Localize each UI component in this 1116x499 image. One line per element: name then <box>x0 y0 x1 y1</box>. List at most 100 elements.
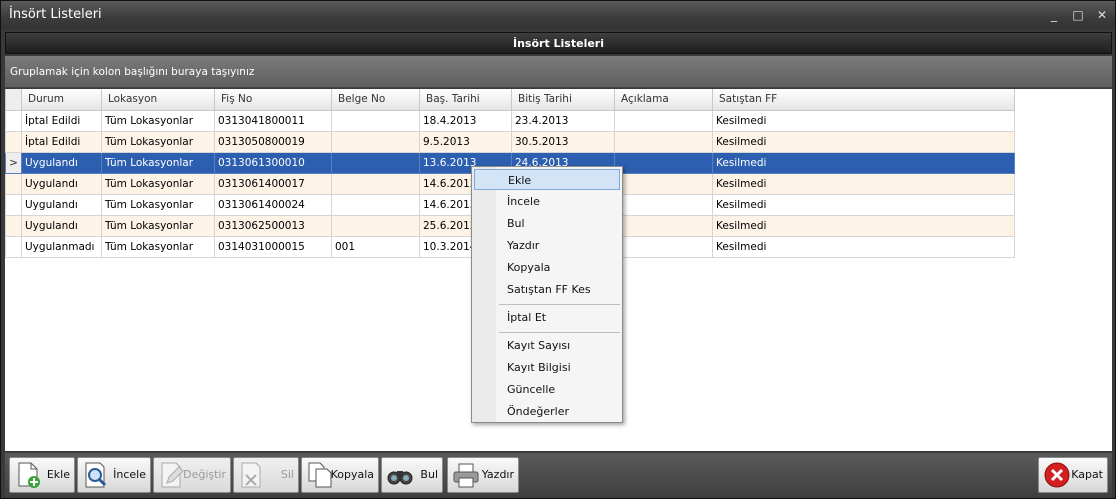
cell-durum[interactable]: Uygulandı <box>21 193 102 216</box>
cell-durum[interactable]: Uygulanmadı <box>21 235 102 258</box>
cell-bitis-tarihi[interactable]: 30.5.2013 <box>511 130 615 153</box>
menu-item-kayit-bilgisi[interactable]: Kayıt Bilgisi <box>474 357 620 378</box>
cell-satistan-ff[interactable]: Kesilmedi <box>712 193 1015 216</box>
cell-durum[interactable]: Uygulandı <box>21 151 102 174</box>
row-indicator[interactable] <box>5 130 22 153</box>
group-by-panel[interactable]: Gruplamak için kolon başlığını buraya ta… <box>5 56 1112 88</box>
cell-satistan-ff[interactable]: Kesilmedi <box>712 151 1015 174</box>
cell-bas-tarihi[interactable]: 18.4.2013 <box>419 109 512 132</box>
cell-lokasyon[interactable]: Tüm Lokasyonlar <box>101 235 215 258</box>
column-header-durum[interactable]: Durum <box>21 89 102 111</box>
bul-label: Bul <box>420 468 438 481</box>
yazdir-button[interactable]: Yazdır <box>447 457 519 493</box>
cell-aciklama[interactable] <box>614 193 713 216</box>
column-header-fis-no[interactable]: Fiş No <box>214 89 332 111</box>
cell-belge-no[interactable] <box>331 151 420 174</box>
column-header-satistan-ff[interactable]: Satıştan FF <box>712 89 1015 111</box>
cell-durum[interactable]: Uygulandı <box>21 214 102 237</box>
cell-lokasyon[interactable]: Tüm Lokasyonlar <box>101 130 215 153</box>
cell-belge-no[interactable]: 001 <box>331 235 420 258</box>
row-indicator[interactable] <box>5 193 22 216</box>
cell-bitis-tarihi[interactable]: 23.4.2013 <box>511 109 615 132</box>
kapat-button[interactable]: Kapat <box>1038 457 1108 493</box>
menu-item-yazdir[interactable]: Yazdır <box>474 235 620 256</box>
cell-belge-no[interactable] <box>331 109 420 132</box>
degistir-button[interactable]: Değiştir <box>153 457 231 493</box>
cell-fis-no[interactable]: 0313062500013 <box>214 214 332 237</box>
close-icon[interactable]: ✕ <box>1091 1 1113 29</box>
cell-satistan-ff[interactable]: Kesilmedi <box>712 130 1015 153</box>
bul-button[interactable]: Bul <box>381 457 443 493</box>
cell-lokasyon[interactable]: Tüm Lokasyonlar <box>101 151 215 174</box>
menu-item-bul[interactable]: Bul <box>474 213 620 234</box>
row-indicator[interactable]: > <box>5 151 22 174</box>
column-header-lokasyon[interactable]: Lokasyon <box>101 89 215 111</box>
menu-item-incele[interactable]: İncele <box>474 191 620 212</box>
table-row[interactable]: İptal Edildi Tüm Lokasyonlar 03130508000… <box>5 130 1015 153</box>
cell-belge-no[interactable] <box>331 214 420 237</box>
cell-satistan-ff[interactable]: Kesilmedi <box>712 109 1015 132</box>
cell-aciklama[interactable] <box>614 172 713 195</box>
cell-fis-no[interactable]: 0314031000015 <box>214 235 332 258</box>
cell-fis-no[interactable]: 0313061400024 <box>214 193 332 216</box>
kopyala-button[interactable]: Kopyala <box>301 457 379 493</box>
cell-fis-no[interactable]: 0313050800019 <box>214 130 332 153</box>
cell-fis-no[interactable]: 0313061400017 <box>214 172 332 195</box>
cell-aciklama[interactable] <box>614 214 713 237</box>
column-header-bitis-tarihi[interactable]: Bitiş Tarihi <box>511 89 615 111</box>
add-document-icon <box>18 462 40 488</box>
window-title: İnsört Listeleri <box>9 7 102 22</box>
row-indicator[interactable] <box>5 214 22 237</box>
maximize-icon[interactable]: □ <box>1067 1 1089 29</box>
cell-bas-tarihi[interactable]: 9.5.2013 <box>419 130 512 153</box>
cell-durum[interactable]: İptal Edildi <box>21 130 102 153</box>
panel-header: İnsört Listeleri <box>5 32 1112 54</box>
delete-icon <box>241 462 261 488</box>
context-menu: Ekle İncele Bul Yazdır Kopyala Satıştan … <box>471 166 623 423</box>
sil-label: Sil <box>280 468 294 481</box>
grid-header-row: Durum Lokasyon Fiş No Belge No Baş. Tari… <box>5 89 1015 111</box>
cell-durum[interactable]: Uygulandı <box>21 172 102 195</box>
column-header-bas-tarihi[interactable]: Baş. Tarihi <box>419 89 512 111</box>
cell-belge-no[interactable] <box>331 193 420 216</box>
cell-durum[interactable]: İptal Edildi <box>21 109 102 132</box>
cell-belge-no[interactable] <box>331 172 420 195</box>
menu-separator <box>499 304 620 305</box>
row-indicator[interactable] <box>5 109 22 132</box>
cell-aciklama[interactable] <box>614 130 713 153</box>
magnifier-icon <box>85 462 107 488</box>
cell-fis-no[interactable]: 0313061300010 <box>214 151 332 174</box>
cell-satistan-ff[interactable]: Kesilmedi <box>712 235 1015 258</box>
cell-belge-no[interactable] <box>331 130 420 153</box>
cell-lokasyon[interactable]: Tüm Lokasyonlar <box>101 109 215 132</box>
menu-item-kayit-sayisi[interactable]: Kayıt Sayısı <box>474 335 620 356</box>
main-window: İnsört Listeleri _ □ ✕ İnsört Listeleri … <box>0 0 1116 499</box>
cell-lokasyon[interactable]: Tüm Lokasyonlar <box>101 193 215 216</box>
yazdir-label: Yazdır <box>481 468 514 481</box>
row-indicator[interactable] <box>5 235 22 258</box>
column-header-aciklama[interactable]: Açıklama <box>614 89 713 111</box>
menu-item-satistan-ff-kes[interactable]: Satıştan FF Kes <box>474 279 620 300</box>
menu-item-kopyala[interactable]: Kopyala <box>474 257 620 278</box>
cell-satistan-ff[interactable]: Kesilmedi <box>712 214 1015 237</box>
cell-fis-no[interactable]: 0313041800011 <box>214 109 332 132</box>
cell-aciklama[interactable] <box>614 109 713 132</box>
cell-satistan-ff[interactable]: Kesilmedi <box>712 172 1015 195</box>
incele-button[interactable]: İncele <box>77 457 151 493</box>
degistir-label: Değiştir <box>183 468 226 481</box>
menu-item-ondegerler[interactable]: Öndeğerler <box>474 401 620 422</box>
menu-item-ekle[interactable]: Ekle <box>474 169 620 190</box>
minimize-icon[interactable]: _ <box>1043 1 1065 29</box>
edit-icon <box>161 462 184 488</box>
menu-item-guncelle[interactable]: Güncelle <box>474 379 620 400</box>
ekle-button[interactable]: Ekle <box>9 457 75 493</box>
sil-button[interactable]: Sil <box>233 457 299 493</box>
row-indicator[interactable] <box>5 172 22 195</box>
cell-aciklama[interactable] <box>614 235 713 258</box>
menu-item-iptal-et[interactable]: İptal Et <box>474 307 620 328</box>
column-header-belge-no[interactable]: Belge No <box>331 89 420 111</box>
cell-lokasyon[interactable]: Tüm Lokasyonlar <box>101 172 215 195</box>
cell-aciklama[interactable] <box>614 151 713 174</box>
table-row[interactable]: İptal Edildi Tüm Lokasyonlar 03130418000… <box>5 109 1015 132</box>
cell-lokasyon[interactable]: Tüm Lokasyonlar <box>101 214 215 237</box>
